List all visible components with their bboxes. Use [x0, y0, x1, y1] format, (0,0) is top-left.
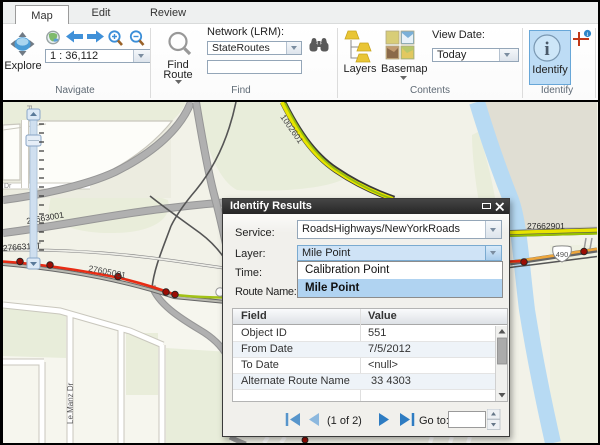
svg-text:(1 of 2): (1 of 2) [327, 415, 362, 427]
svg-text:490: 490 [556, 250, 569, 259]
svg-text:Le.Manz Dr: Le.Manz Dr [66, 382, 75, 424]
svg-text:27662901: 27662901 [527, 221, 565, 231]
svg-text:Dr: Dr [4, 183, 12, 190]
svg-text:i: i [544, 39, 549, 60]
svg-text:Go to:: Go to: [419, 415, 449, 427]
